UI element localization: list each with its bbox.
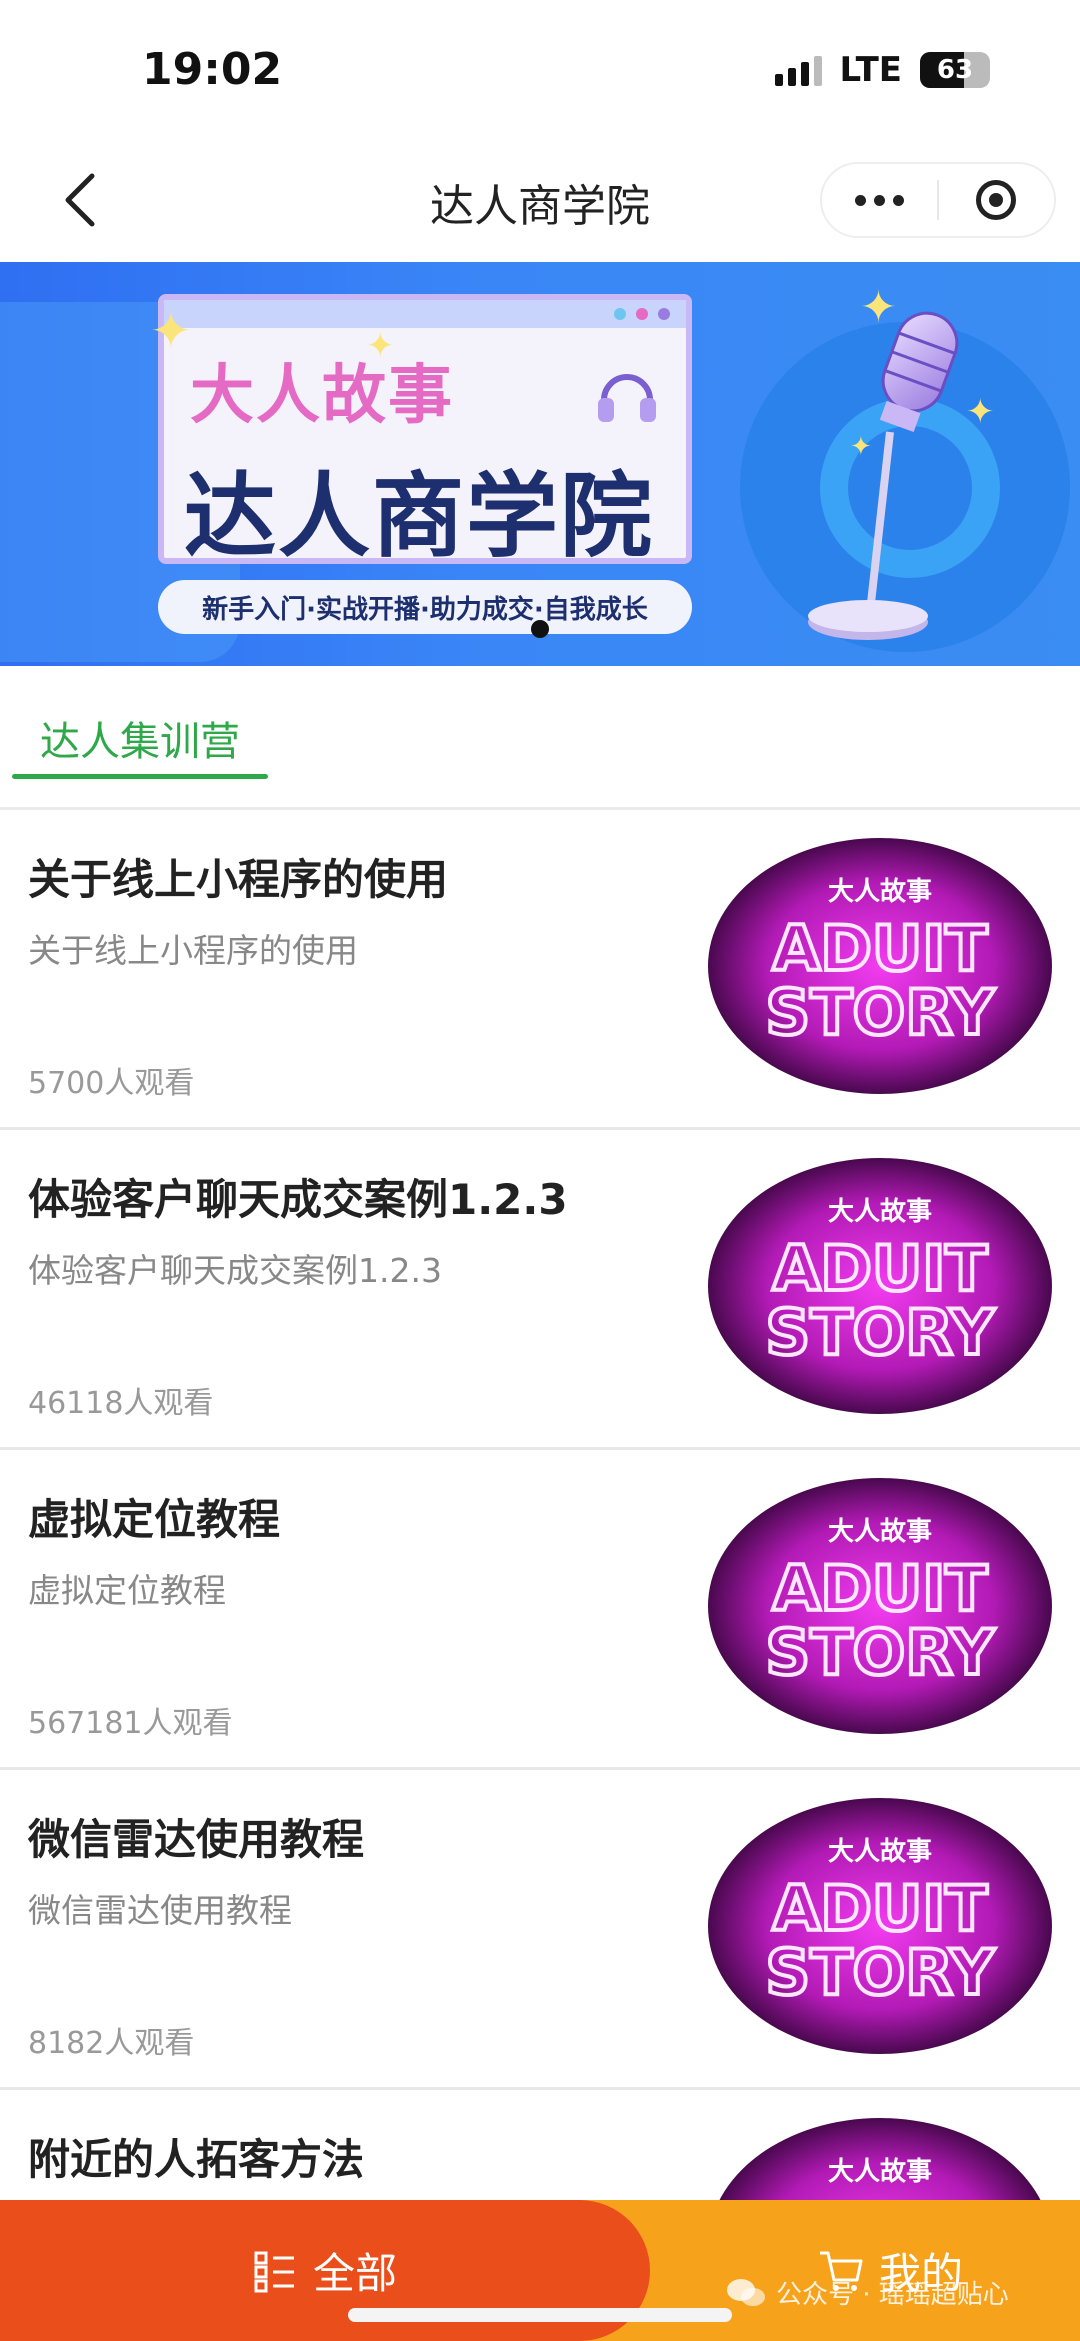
course-thumbnail: 大人故事 ADUITSTORY: [706, 1476, 1054, 1736]
wechat-icon: [727, 2278, 765, 2306]
thumbnail-top-text: 大人故事: [828, 1837, 932, 1867]
course-views: 8182人观看: [28, 2026, 195, 2061]
my-courses-button[interactable]: 我的: [700, 2200, 1080, 2341]
carousel-indicator: [531, 620, 549, 638]
course-thumbnail: 大人故事 ADUITSTORY: [706, 1156, 1054, 1416]
close-mini-program-button[interactable]: [939, 164, 1054, 236]
banner-card: 大人故事 达人商学院: [158, 294, 692, 570]
mini-program-capsule: [820, 162, 1056, 238]
story-logo-image: 大人故事 ADUITSTORY: [708, 1478, 1052, 1734]
course-title: 虚拟定位教程: [28, 1495, 281, 1544]
sparkle-icon: ✦: [150, 302, 192, 360]
thumbnail-top-text: 大人故事: [828, 1517, 932, 1547]
status-bar: 19:02 LTE 63: [0, 0, 1080, 140]
course-item[interactable]: 体验客户聊天成交案例1.2.3 体验客户聊天成交案例1.2.3 46118人观看…: [0, 1130, 1080, 1450]
nav-bar: 达人商学院: [0, 140, 1080, 260]
course-subtitle: 虚拟定位教程: [28, 1571, 226, 1610]
thumbnail-line2: STORY: [766, 1616, 996, 1689]
battery-level: 63: [936, 55, 974, 85]
course-item[interactable]: 虚拟定位教程 虚拟定位教程 567181人观看 大人故事 ADUIT STORY: [0, 1450, 1080, 1770]
banner[interactable]: ✦ ✦ ✦ 大人故事 达人商学院 ✦ ✦ 新手入门·实战开播·助力成交·自我成长: [0, 262, 1080, 666]
battery-icon: 63: [920, 52, 990, 88]
course-thumbnail: 大人故事 ADUITSTORY: [706, 1796, 1054, 2056]
sparkle-icon: ✦: [366, 326, 395, 366]
thumbnail-top-text: 大人故事: [828, 877, 932, 907]
course-subtitle: 微信雷达使用教程: [28, 1891, 292, 1930]
active-tab-indicator: [12, 774, 268, 779]
watermark-text: 公众号 · 瑶瑶超贴心: [776, 2280, 1009, 2310]
course-title: 附近的人拓客方法: [28, 2135, 365, 2184]
story-logo-image: 大人故事 ADUITSTORY: [708, 1158, 1052, 1414]
watermark: 公众号 · 瑶瑶超贴心: [726, 2274, 1009, 2311]
more-dots-icon: [855, 194, 866, 206]
signal-icon: [774, 54, 822, 86]
thumbnail-line1: ADUIT: [772, 912, 987, 985]
story-logo-image: 大人故事 ADUITSTORY: [708, 838, 1052, 1094]
course-views: 5700人观看: [28, 1066, 195, 1101]
status-indicators: LTE 63: [774, 50, 990, 90]
banner-brand: 大人故事: [190, 359, 454, 433]
course-item[interactable]: 微信雷达使用教程 微信雷达使用教程 8182人观看 大人故事 ADUIT STORY: [0, 1770, 1080, 2090]
course-list: 关于线上小程序的使用 关于线上小程序的使用 5700人观看 大人故事 ADUIT S…: [0, 810, 1080, 2341]
status-time: 19:02: [142, 44, 283, 95]
headphones-icon: [598, 374, 656, 422]
tab-training-camp[interactable]: 达人集训营: [12, 666, 268, 810]
banner-title: 达人商学院: [184, 463, 655, 570]
thumbnail-top-text: 大人故事: [828, 1197, 932, 1227]
course-item[interactable]: 关于线上小程序的使用 关于线上小程序的使用 5700人观看 大人故事 ADUIT S…: [0, 810, 1080, 1130]
course-views: 567181人观看: [28, 1706, 233, 1741]
more-button[interactable]: [822, 164, 937, 236]
microphone-icon: [808, 311, 959, 640]
thumbnail-line1: ADUIT: [772, 1872, 987, 1945]
course-subtitle: 体验客户聊天成交案例1.2.3: [28, 1251, 442, 1290]
all-courses-label: 全部: [312, 2249, 397, 2298]
sparkle-icon: ✦: [850, 432, 872, 462]
thumbnail-top-text: 大人故事: [828, 2157, 932, 2187]
thumbnail-line2: STORY: [766, 1296, 996, 1369]
thumbnail-line2: STORY: [766, 1936, 996, 2009]
course-thumbnail: 大人故事 ADUITSTORY: [706, 836, 1054, 1096]
sparkle-icon: ✦: [860, 282, 897, 333]
target-icon: [976, 180, 1017, 220]
home-indicator: [348, 2308, 732, 2322]
thumbnail-line2: STORY: [766, 976, 996, 1049]
course-title: 关于线上小程序的使用: [28, 855, 449, 904]
story-logo-image: 大人故事 ADUITSTORY: [708, 1798, 1052, 2054]
list-icon: [254, 2251, 294, 2292]
thumbnail-line1: ADUIT: [772, 1552, 987, 1625]
course-views: 46118人观看: [28, 1386, 214, 1421]
course-title: 微信雷达使用教程: [28, 1815, 365, 1864]
course-title: 体验客户聊天成交案例1.2.3: [28, 1175, 568, 1224]
banner-tagline: 新手入门·实战开播·助力成交·自我成长: [158, 580, 692, 634]
network-type: LTE: [839, 50, 902, 90]
sparkle-icon: ✦: [966, 392, 995, 432]
course-subtitle: 关于线上小程序的使用: [28, 931, 358, 970]
tab-bar: 达人集训营: [0, 666, 1080, 810]
thumbnail-line1: ADUIT: [772, 1232, 987, 1305]
